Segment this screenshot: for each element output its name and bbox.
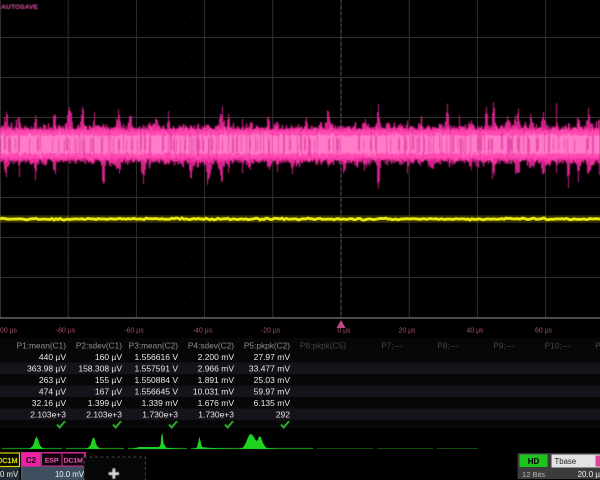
svg-text:P4:sdev(C2): P4:sdev(C2): [188, 341, 234, 351]
svg-text:Tbase: Tbase: [555, 457, 577, 466]
svg-text:12 Bits: 12 Bits: [522, 470, 545, 479]
svg-text:33.477 mV: 33.477 mV: [249, 364, 290, 374]
svg-text:DC1M: DC1M: [0, 456, 18, 465]
svg-text:P5:pkpk(C2): P5:pkpk(C2): [244, 341, 290, 351]
svg-text:2.966 mV: 2.966 mV: [198, 364, 235, 374]
svg-text:1.556616 V: 1.556616 V: [135, 352, 179, 362]
svg-text:-60 µs: -60 µs: [124, 328, 144, 335]
svg-text:-20 µs: -20 µs: [261, 328, 281, 335]
svg-text:20.0 µ: 20.0 µ: [578, 470, 600, 479]
svg-text:27.97 mV: 27.97 mV: [254, 352, 291, 362]
svg-text:167 µV: 167 µV: [95, 387, 122, 397]
svg-text:P9:---: P9:---: [493, 341, 514, 351]
svg-text:1.676 mV: 1.676 mV: [198, 398, 235, 408]
svg-text:155 µV: 155 µV: [95, 375, 122, 385]
svg-text:363.98 µV: 363.98 µV: [27, 364, 66, 374]
svg-text:HD: HD: [528, 457, 540, 466]
svg-text:P3:mean(C2): P3:mean(C2): [129, 341, 179, 351]
svg-text:160 µV: 160 µV: [95, 352, 122, 362]
svg-text:10.031 mV: 10.031 mV: [193, 387, 234, 397]
svg-text:1.556645 V: 1.556645 V: [135, 387, 179, 397]
svg-text:ESP: ESP: [45, 458, 59, 465]
svg-text:40 µs: 40 µs: [467, 328, 485, 335]
svg-text:474 µV: 474 µV: [39, 387, 66, 397]
svg-text:P1:mean(C1): P1:mean(C1): [17, 341, 67, 351]
svg-text:2.103e+3: 2.103e+3: [86, 410, 122, 420]
svg-text:6.135 mV: 6.135 mV: [254, 398, 291, 408]
svg-text:P7:---: P7:---: [381, 341, 402, 351]
svg-text:P10:---: P10:---: [545, 341, 571, 351]
svg-text:DC1M: DC1M: [64, 458, 84, 465]
svg-text:59.97 mV: 59.97 mV: [254, 387, 291, 397]
svg-text:1.550884 V: 1.550884 V: [135, 375, 179, 385]
svg-text:P2:sdev(C1): P2:sdev(C1): [76, 341, 122, 351]
svg-text:2.200 mV: 2.200 mV: [198, 352, 235, 362]
svg-text:2.103e+3: 2.103e+3: [30, 410, 66, 420]
svg-text:P8:---: P8:---: [437, 341, 458, 351]
svg-text:1.730e+3: 1.730e+3: [142, 410, 178, 420]
svg-text:0 µs: 0 µs: [337, 328, 351, 335]
svg-text:10.0 mV: 10.0 mV: [55, 470, 85, 479]
svg-text:1.399 µV: 1.399 µV: [88, 398, 123, 408]
svg-text:263 µV: 263 µV: [39, 375, 66, 385]
svg-text:440 µV: 440 µV: [39, 352, 66, 362]
svg-text:1.730e+3: 1.730e+3: [198, 410, 234, 420]
svg-text:292: 292: [276, 410, 290, 420]
svg-text:C2: C2: [26, 456, 37, 465]
svg-text:158.308 µV: 158.308 µV: [78, 364, 122, 374]
svg-text:25.03 mV: 25.03 mV: [254, 375, 291, 385]
svg-text:00 µs: 00 µs: [0, 328, 18, 335]
svg-text:32.16 µV: 32.16 µV: [32, 398, 67, 408]
svg-text:60 µs: 60 µs: [535, 328, 553, 335]
svg-text:P6:pkpk(C5): P6:pkpk(C5): [300, 341, 346, 351]
svg-text:0 mV: 0 mV: [0, 470, 19, 479]
svg-text:P11:---: P11:---: [595, 341, 600, 351]
svg-text:1.891 mV: 1.891 mV: [198, 375, 235, 385]
svg-text:AUTOSAVE: AUTOSAVE: [1, 4, 39, 11]
svg-text:1.339 mV: 1.339 mV: [142, 398, 179, 408]
svg-text:20 µs: 20 µs: [399, 328, 417, 335]
svg-text:-80 µs: -80 µs: [56, 328, 76, 335]
svg-text:1.557591 V: 1.557591 V: [135, 364, 179, 374]
svg-text:-40 µs: -40 µs: [193, 328, 213, 335]
